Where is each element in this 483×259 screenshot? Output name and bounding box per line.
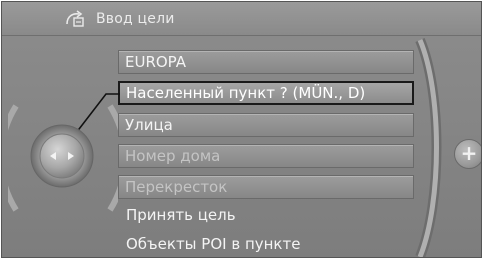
menu-item-intersection[interactable]: Перекресток [118, 175, 414, 199]
menu-item-region[interactable]: EUROPA [118, 50, 414, 74]
page-title: Ввод цели [96, 11, 175, 27]
plus-button[interactable]: + [454, 139, 481, 169]
scroll-arc[interactable] [402, 32, 452, 258]
menu-item-street[interactable]: Улица [118, 113, 414, 137]
title-bar: Ввод цели [2, 2, 481, 36]
plus-icon: + [460, 141, 478, 165]
menu-item-poi-in-city[interactable]: Объекты POI в пункте [118, 233, 414, 257]
controller-left-right-icon[interactable] [8, 98, 118, 218]
navigation-destination-icon [66, 10, 84, 27]
menu-item-city[interactable]: Населенный пункт ? (MÜN., D) [118, 81, 414, 105]
navigation-screen: Ввод цели EUROPA Населенный пункт ? (MÜN… [1, 1, 482, 258]
menu-item-house-number[interactable]: Номер дома [118, 144, 414, 168]
menu-item-accept-destination[interactable]: Принять цель [118, 204, 414, 228]
